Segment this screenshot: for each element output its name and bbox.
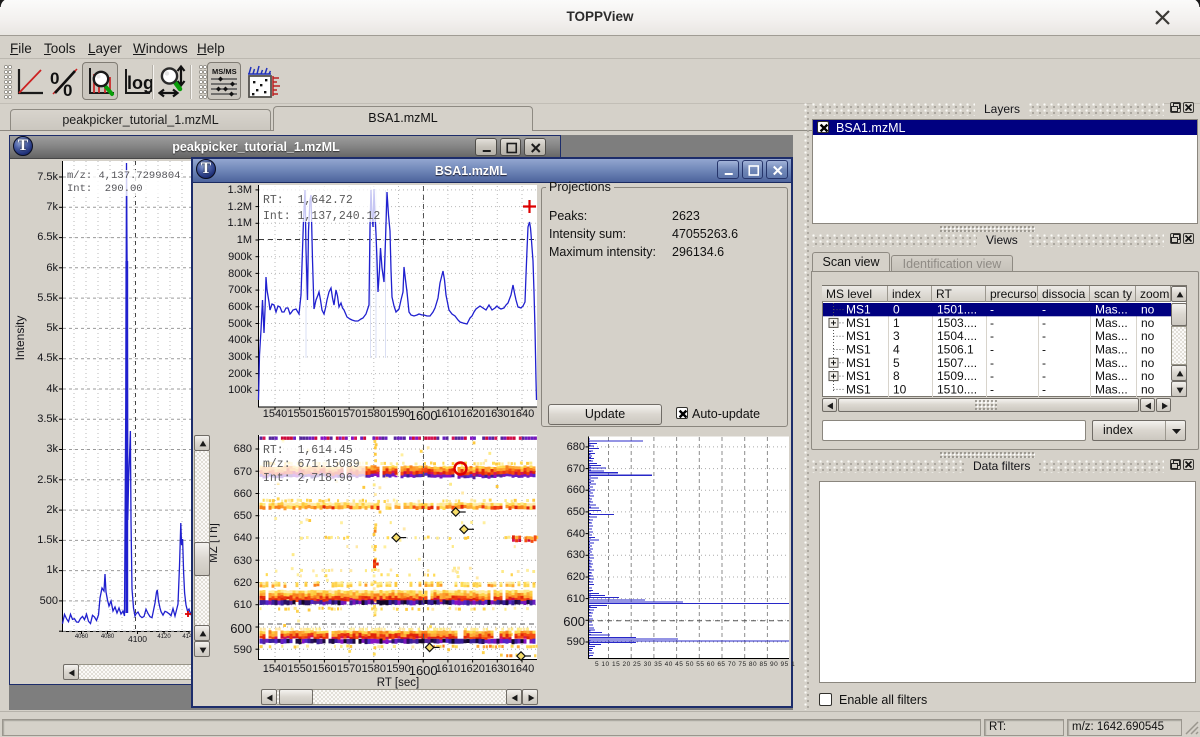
svg-text:Mas...: Mas... [1095, 329, 1128, 343]
svg-text:1506.1: 1506.1 [937, 343, 974, 357]
svg-text:-: - [1042, 303, 1046, 317]
svg-text:RT: 1,614.45: RT: 1,614.45 [263, 444, 353, 457]
svg-text:no: no [1141, 382, 1155, 396]
svg-text:3: 3 [893, 329, 900, 343]
svg-text:8: 8 [893, 369, 900, 383]
svg-text:m/z: 671.15089: m/z: 671.15089 [263, 458, 360, 471]
svg-text:Int: 1,137,240.12: Int: 1,137,240.12 [263, 210, 380, 223]
svg-text:Mas...: Mas... [1095, 356, 1128, 370]
svg-text:1504....: 1504.... [937, 329, 977, 343]
svg-text:Mas...: Mas... [1095, 316, 1128, 330]
svg-text:no: no [1141, 329, 1155, 343]
svg-text:MS1: MS1 [846, 343, 871, 357]
svg-text:1510....: 1510.... [937, 382, 977, 396]
svg-text:Mas...: Mas... [1095, 369, 1128, 383]
svg-text:MS1: MS1 [846, 356, 871, 370]
svg-text:-: - [1042, 382, 1046, 396]
svg-text:-: - [990, 356, 994, 370]
svg-text:1509....: 1509.... [937, 369, 977, 383]
svg-text:-: - [990, 303, 994, 317]
svg-text:MS1: MS1 [846, 303, 871, 317]
svg-text:0: 0 [893, 303, 900, 317]
svg-text:1507....: 1507.... [937, 356, 977, 370]
svg-text:-: - [990, 329, 994, 343]
svg-text:Mas...: Mas... [1095, 343, 1128, 357]
svg-text:MS1: MS1 [846, 329, 871, 343]
svg-text:-: - [1042, 316, 1046, 330]
svg-text:-: - [990, 316, 994, 330]
svg-text:4: 4 [893, 343, 900, 357]
svg-text:10: 10 [893, 382, 907, 396]
svg-text:-: - [1042, 329, 1046, 343]
svg-text:Int: 2,718.96: Int: 2,718.96 [263, 472, 353, 485]
svg-text:5: 5 [893, 356, 900, 370]
svg-text:-: - [1042, 356, 1046, 370]
svg-text:1: 1 [893, 316, 900, 330]
svg-text:MS1: MS1 [846, 369, 871, 383]
svg-text:no: no [1141, 343, 1155, 357]
svg-text:-: - [1042, 369, 1046, 383]
svg-text:no: no [1141, 303, 1155, 317]
svg-text:MS1: MS1 [846, 316, 871, 330]
svg-text:1501....: 1501.... [937, 303, 977, 317]
svg-text:no: no [1141, 356, 1155, 370]
svg-text:MS1: MS1 [846, 382, 871, 396]
svg-text:-: - [990, 382, 994, 396]
svg-text:no: no [1141, 369, 1155, 383]
svg-text:0: 0 [50, 69, 59, 88]
svg-text:MS/MS: MS/MS [212, 67, 237, 76]
svg-text:log: log [127, 73, 152, 93]
svg-text:-: - [1042, 343, 1046, 357]
svg-text:1503....: 1503.... [937, 316, 977, 330]
svg-text:-: - [990, 343, 994, 357]
svg-text:RT: 1,642.72: RT: 1,642.72 [263, 194, 353, 207]
svg-text:Mas...: Mas... [1095, 303, 1128, 317]
svg-text:Mas...: Mas... [1095, 382, 1128, 396]
svg-text:-: - [990, 369, 994, 383]
svg-text:no: no [1141, 316, 1155, 330]
